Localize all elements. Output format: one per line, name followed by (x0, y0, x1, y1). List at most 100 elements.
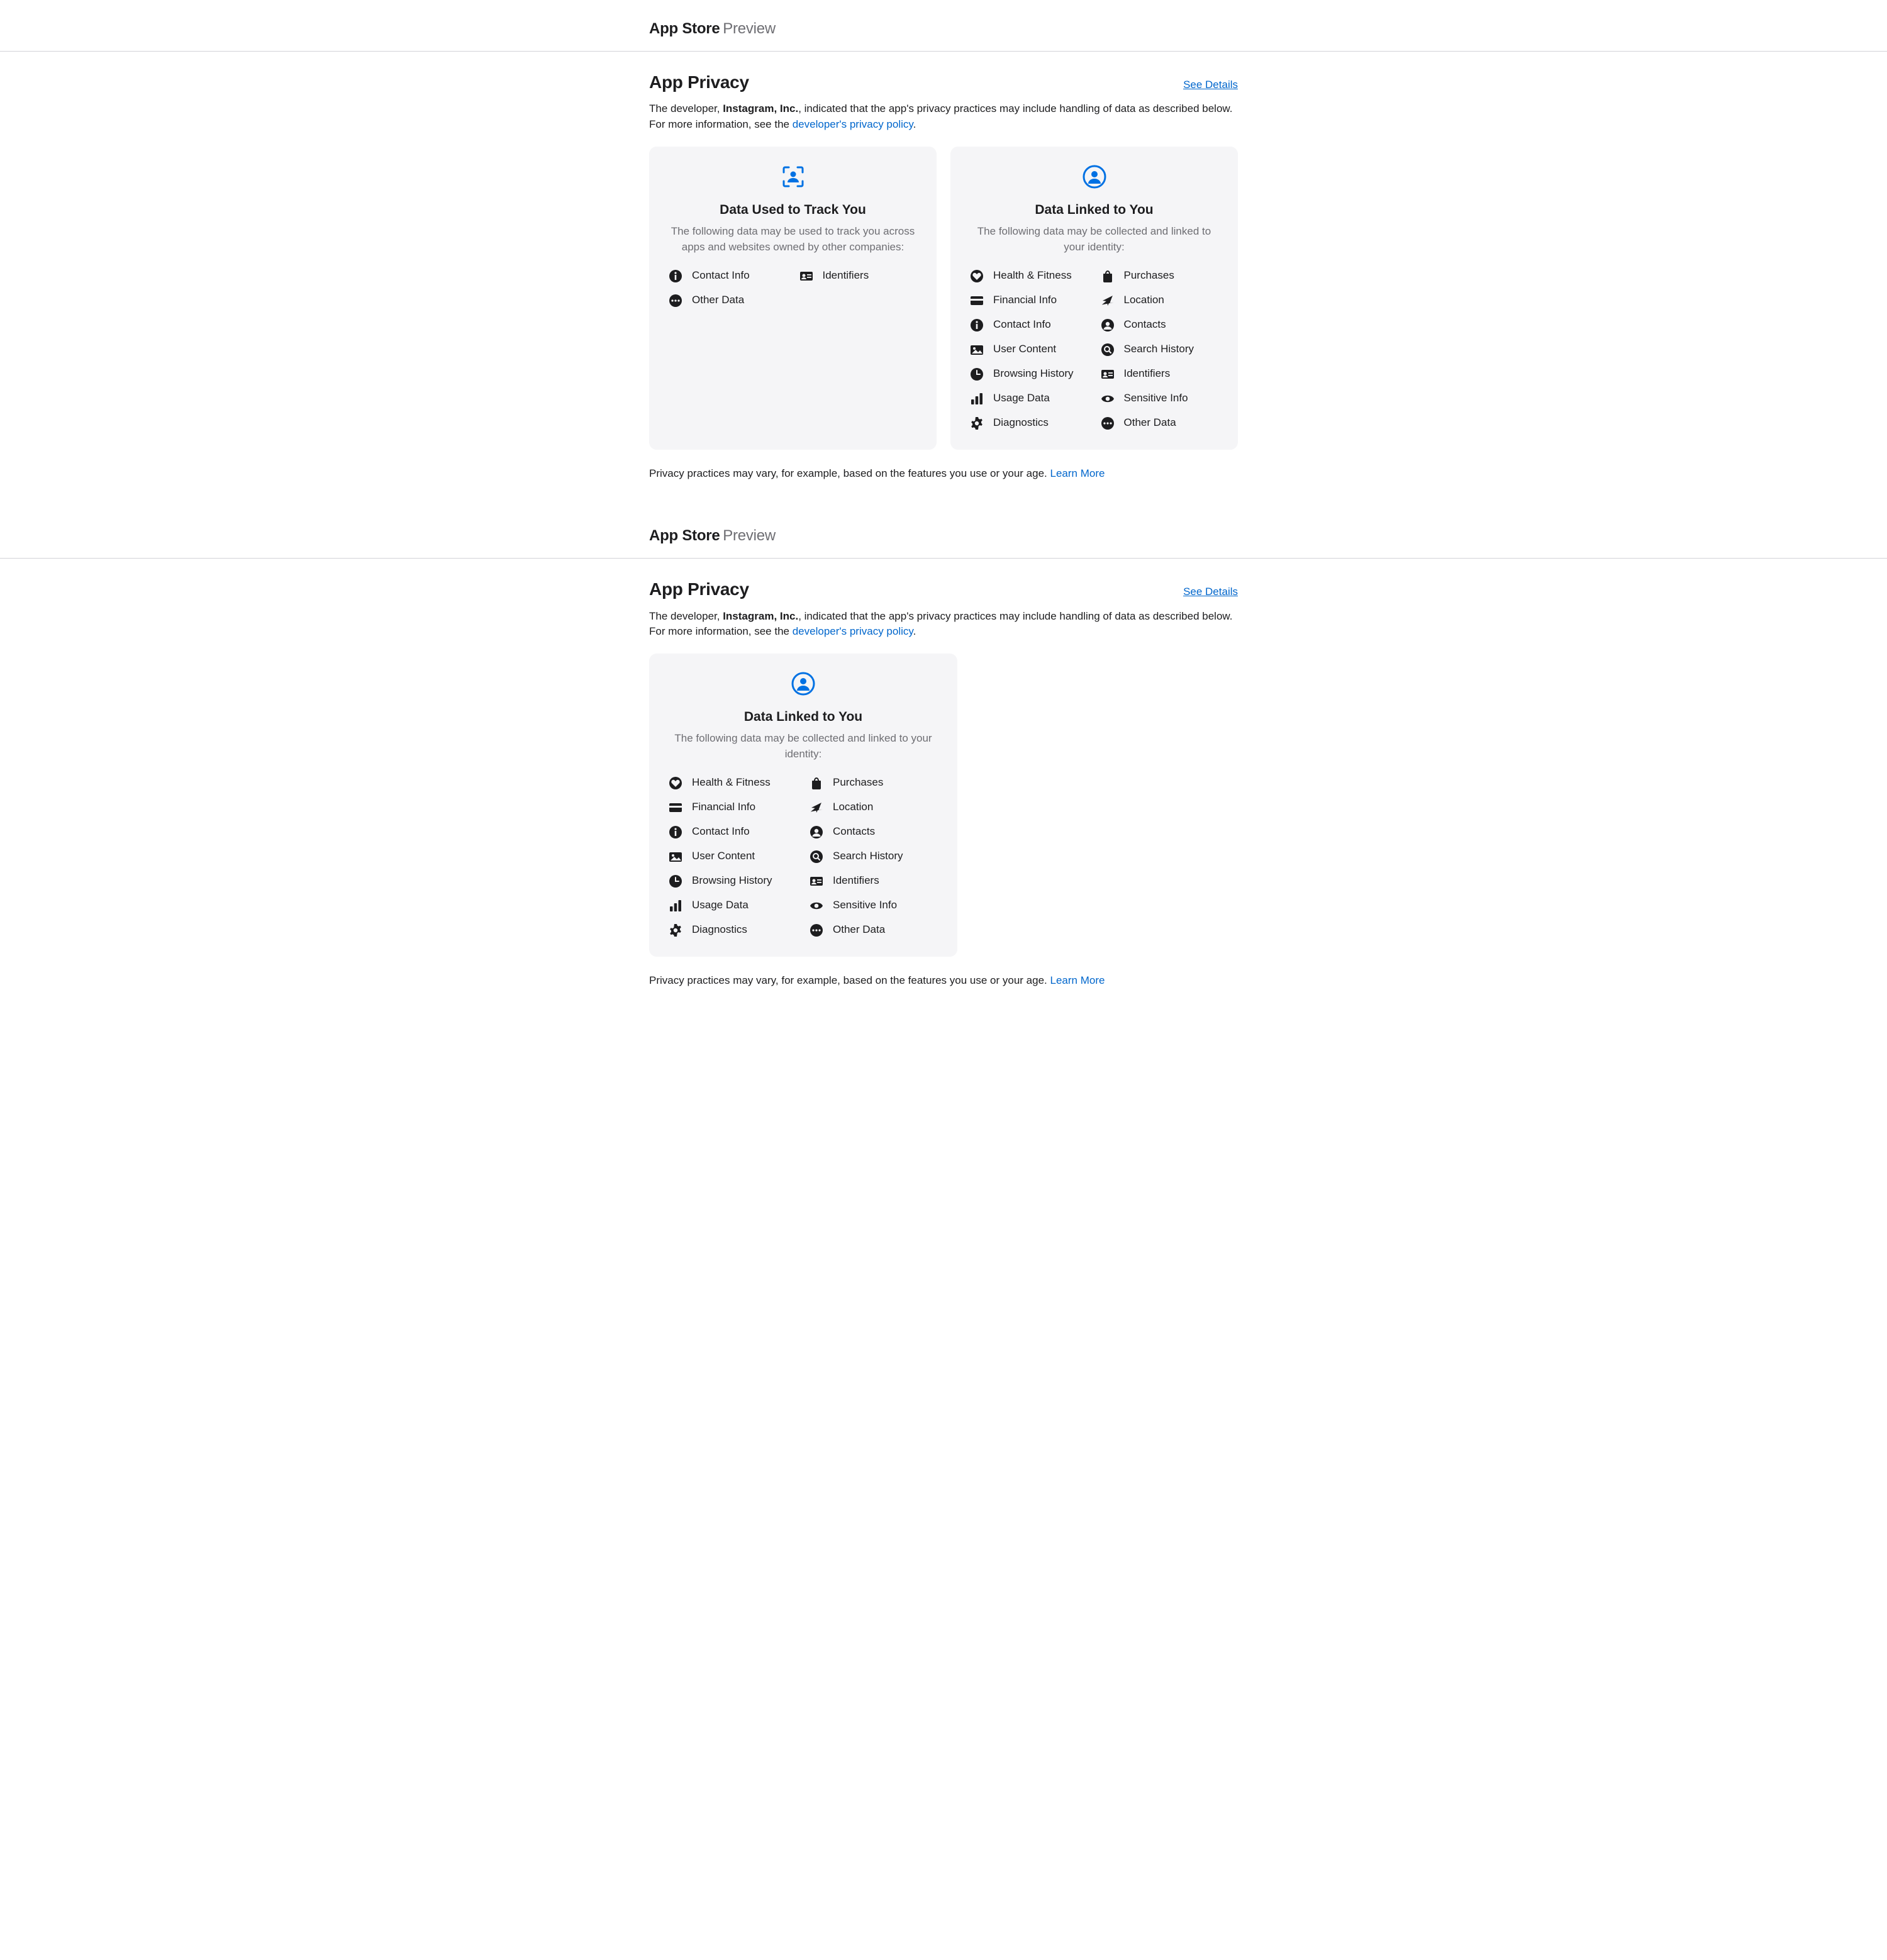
intro-paragraph: The developer, Instagram, Inc., indicate… (649, 101, 1238, 147)
card-icon (668, 800, 683, 815)
data-type-label: Usage Data (993, 391, 1050, 406)
learn-more-link[interactable]: Learn More (1050, 974, 1105, 986)
tracking-scan-icon (781, 164, 806, 194)
data-type-item: Health & Fitness (969, 268, 1089, 284)
card-linked-subtitle: The following data may be collected and … (668, 731, 938, 762)
data-type-label: Financial Info (692, 799, 755, 815)
gear-icon (969, 416, 984, 431)
idcard-icon (799, 269, 814, 284)
idcard-icon (1100, 367, 1115, 382)
linked-person-icon (1082, 164, 1107, 194)
see-details-link[interactable]: See Details (1183, 77, 1238, 93)
info-icon (668, 269, 683, 284)
linked-person-icon (791, 671, 816, 701)
contact-icon (1100, 318, 1115, 333)
info-icon (668, 825, 683, 840)
data-type-item: Location (809, 799, 938, 815)
data-type-item: Identifiers (809, 873, 938, 889)
data-type-item: User Content (668, 849, 798, 864)
data-type-item: Identifiers (1100, 366, 1220, 382)
data-type-item: Sensitive Info (1100, 391, 1220, 406)
gear-icon (668, 923, 683, 938)
card-data-linked: Data Linked to You The following data ma… (950, 147, 1238, 450)
linked-list: Health & Fitness Purchases Financial Info L… (668, 775, 938, 938)
data-type-label: Other Data (833, 922, 885, 938)
header-bar: App Store Preview (0, 525, 1887, 559)
header-bar: App Store Preview (0, 18, 1887, 52)
see-details-link[interactable]: See Details (1183, 584, 1238, 600)
clock-icon (969, 367, 984, 382)
header-preview: Preview (723, 20, 776, 37)
card-data-linked: Data Linked to You The following data ma… (649, 654, 957, 957)
footnote: Privacy practices may vary, for example,… (649, 466, 1238, 507)
data-type-label: Browsing History (993, 366, 1074, 382)
search-icon (809, 849, 824, 864)
idcard-icon (809, 874, 824, 889)
privacy-policy-link[interactable]: developer's privacy policy (793, 625, 913, 637)
data-type-label: Other Data (1124, 415, 1176, 431)
data-type-item: Browsing History (969, 366, 1089, 382)
card-icon (969, 293, 984, 308)
data-type-item: Contact Info (668, 824, 798, 840)
data-type-item: Usage Data (969, 391, 1089, 406)
data-type-label: Health & Fitness (692, 775, 771, 791)
header-app-store: App Store (649, 20, 720, 37)
more-icon (1100, 416, 1115, 431)
data-type-item: Sensitive Info (809, 898, 938, 913)
learn-more-link[interactable]: Learn More (1050, 467, 1105, 479)
data-type-item: Financial Info (969, 292, 1089, 308)
data-type-item: Contacts (809, 824, 938, 840)
track-list: Contact Info Identifiers Other Data (668, 268, 918, 308)
card-linked-title: Data Linked to You (668, 708, 938, 727)
data-type-label: Contact Info (692, 824, 750, 840)
data-type-item: Usage Data (668, 898, 798, 913)
data-type-item: Browsing History (668, 873, 798, 889)
data-type-item: Financial Info (668, 799, 798, 815)
section-title-app-privacy: App Privacy (649, 69, 749, 95)
page-section-2: App Store Preview App Privacy See Detail… (0, 507, 1887, 1014)
bars-icon (969, 391, 984, 406)
data-type-label: User Content (993, 342, 1056, 357)
search-icon (1100, 342, 1115, 357)
location-icon (809, 800, 824, 815)
data-type-item: Diagnostics (668, 922, 798, 938)
contact-icon (809, 825, 824, 840)
data-type-label: Sensitive Info (833, 898, 897, 913)
data-type-label: Identifiers (833, 873, 879, 889)
eye-icon (1100, 391, 1115, 406)
data-type-item: Search History (1100, 342, 1220, 357)
info-icon (969, 318, 984, 333)
data-type-item: Purchases (1100, 268, 1220, 284)
data-type-label: Financial Info (993, 292, 1057, 308)
media-icon (969, 342, 984, 357)
data-type-item: Health & Fitness (668, 775, 798, 791)
intro-paragraph: The developer, Instagram, Inc., indicate… (649, 609, 1238, 654)
heart-icon (969, 269, 984, 284)
data-type-item: Contacts (1100, 317, 1220, 333)
page-section-1: App Store Preview App Privacy See Detail… (0, 0, 1887, 507)
bag-icon (1100, 269, 1115, 284)
data-type-item: Location (1100, 292, 1220, 308)
data-type-item: Identifiers (799, 268, 918, 284)
bag-icon (809, 776, 824, 791)
data-type-item: Diagnostics (969, 415, 1089, 431)
data-type-item: Contact Info (668, 268, 788, 284)
card-linked-subtitle: The following data may be collected and … (969, 224, 1219, 255)
eye-icon (809, 898, 824, 913)
location-icon (1100, 293, 1115, 308)
data-type-item: Other Data (668, 292, 788, 308)
footnote: Privacy practices may vary, for example,… (649, 973, 1238, 1014)
data-type-label: Purchases (833, 775, 883, 791)
linked-list: Health & Fitness Purchases Financial Info L… (969, 268, 1219, 431)
more-icon (668, 293, 683, 308)
privacy-policy-link[interactable]: developer's privacy policy (793, 118, 913, 130)
clock-icon (668, 874, 683, 889)
data-type-item: Purchases (809, 775, 938, 791)
data-type-label: Other Data (692, 292, 744, 308)
data-type-item: Contact Info (969, 317, 1089, 333)
data-type-label: Identifiers (823, 268, 869, 284)
heart-icon (668, 776, 683, 791)
data-type-label: Location (1124, 292, 1164, 308)
data-type-label: Contacts (1124, 317, 1166, 333)
data-type-label: Contacts (833, 824, 875, 840)
